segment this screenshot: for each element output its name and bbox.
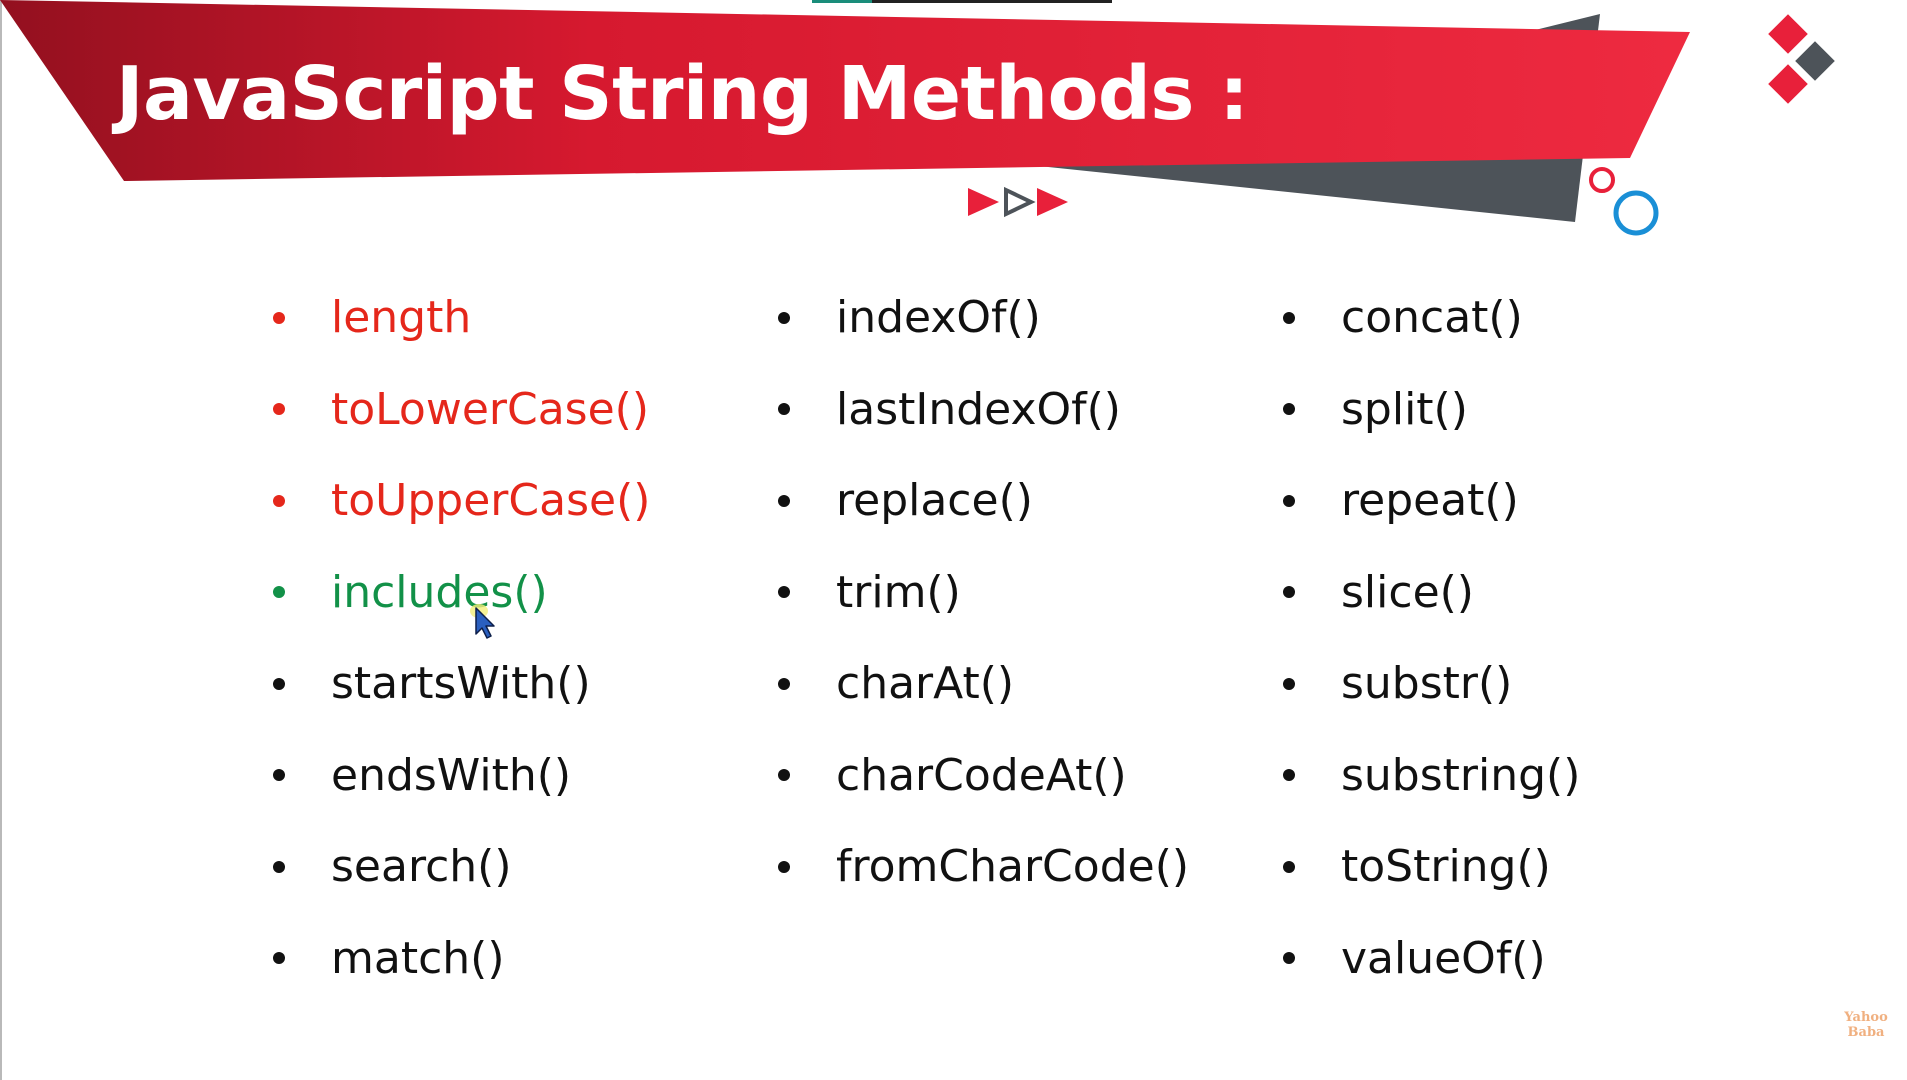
bullet-icon <box>1283 677 1295 690</box>
bullet-icon <box>273 677 285 690</box>
method-label: charAt() <box>836 658 1015 710</box>
bullet-icon <box>1283 769 1295 782</box>
page-title: JavaScript String Methods : <box>116 51 1249 137</box>
method-label: endsWith() <box>331 749 572 801</box>
method-label: lastIndexOf() <box>836 383 1121 435</box>
play-arrow-outline-icon <box>1004 186 1036 218</box>
play-arrow-filled-icon <box>968 188 999 216</box>
method-label: indexOf() <box>836 292 1041 344</box>
gray-diamond-icon <box>1795 41 1835 81</box>
bullet-icon <box>273 403 285 416</box>
method-label: includes() <box>331 566 548 618</box>
bullet-icon <box>778 769 790 782</box>
method-label: fromCharCode() <box>836 841 1190 893</box>
bullet-icon <box>273 311 285 324</box>
bullet-icon <box>778 311 790 324</box>
bullet-icon <box>778 494 790 507</box>
small-red-ring-icon <box>1589 167 1615 193</box>
bullet-icon <box>778 677 790 690</box>
bullet-icon <box>778 403 790 416</box>
method-label: valueOf() <box>1341 932 1546 984</box>
yahoo-baba-logo: Yahoo Baba <box>1840 1010 1892 1040</box>
method-label: length <box>331 292 472 344</box>
bullet-icon <box>273 952 285 965</box>
play-arrows-group <box>968 186 1068 218</box>
method-label: toString() <box>1341 841 1551 893</box>
slide: JavaScript String Methods : length toLow… <box>0 0 1907 1080</box>
method-label: toLowerCase() <box>331 383 649 435</box>
bullet-icon <box>1283 952 1295 965</box>
method-label: startsWith() <box>331 658 591 710</box>
diamonds-logo-group <box>1768 14 1835 104</box>
method-label: substr() <box>1341 658 1513 710</box>
bullet-icon <box>1283 403 1295 416</box>
method-label: trim() <box>836 566 961 618</box>
red-diamond-icon <box>1768 14 1808 54</box>
method-label: split() <box>1341 383 1468 435</box>
bullet-icon <box>778 586 790 599</box>
bullet-icon <box>273 860 285 873</box>
logo-line-1: Yahoo <box>1844 1010 1888 1025</box>
bullet-icon <box>1283 311 1295 324</box>
large-blue-ring-icon <box>1613 190 1659 236</box>
logo-line-2: Baba <box>1847 1025 1885 1040</box>
play-arrow-filled-icon <box>1037 188 1068 216</box>
method-label: slice() <box>1341 566 1474 618</box>
method-label: toUpperCase() <box>331 475 651 527</box>
method-label: charCodeAt() <box>836 749 1127 801</box>
method-label: match() <box>331 932 505 984</box>
bullet-icon <box>1283 860 1295 873</box>
bullet-icon <box>778 860 790 873</box>
red-diamond-icon <box>1768 64 1808 104</box>
mouse-cursor-icon <box>470 604 495 639</box>
method-label: replace() <box>836 475 1033 527</box>
method-label: repeat() <box>1341 475 1519 527</box>
bullet-icon <box>1283 586 1295 599</box>
method-label: search() <box>331 841 512 893</box>
bullet-icon <box>273 494 285 507</box>
bullet-icon <box>273 586 285 599</box>
method-label: substring() <box>1341 749 1581 801</box>
method-label: concat() <box>1341 292 1523 344</box>
bullet-icon <box>273 769 285 782</box>
bullet-icon <box>1283 494 1295 507</box>
